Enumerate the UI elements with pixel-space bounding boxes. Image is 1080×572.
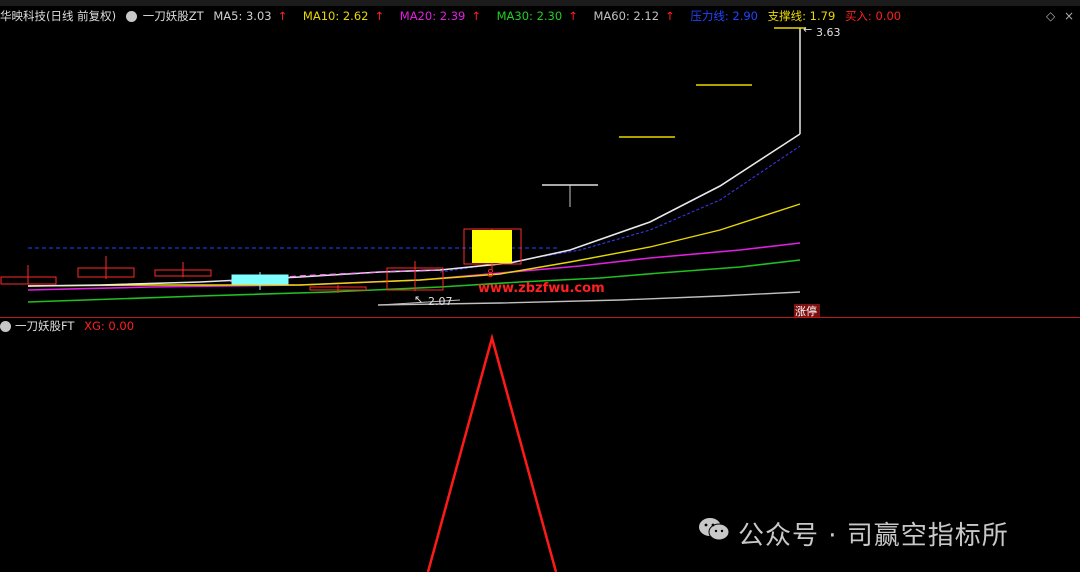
- zhangting-badge: 涨停: [795, 304, 817, 318]
- xg-value: XG: 0.00: [84, 319, 135, 333]
- xg-signal-line: [426, 333, 558, 572]
- low-price-label: 2.07: [428, 295, 453, 308]
- candle-2: [77, 256, 135, 279]
- candle-4: [231, 272, 289, 290]
- candle-7: [463, 228, 522, 270]
- panel-separator: [0, 317, 1080, 318]
- candle-11: [774, 27, 806, 134]
- candle-8: [542, 184, 598, 207]
- wechat-icon: [699, 518, 730, 541]
- sub-indicator-name[interactable]: 一刀妖股FT: [15, 319, 74, 333]
- sub-indicator-dropdown-icon[interactable]: [0, 321, 11, 332]
- low-arrow: ↖: [414, 293, 423, 306]
- ma10-line: [27, 203, 801, 287]
- buy-marker: 8: [487, 267, 494, 280]
- ma5-line: [27, 133, 801, 287]
- candle-3: [154, 262, 212, 277]
- site-watermark: www.zbzfwu.com: [478, 281, 605, 296]
- high-price-label: 3.63: [816, 26, 841, 39]
- chart-canvas: 3.63 ← 2.07 ↖ 8 www.zbzfwu.com 涨停: [0, 23, 841, 572]
- high-arrow: ←: [803, 23, 812, 36]
- sub-chart-header: 一刀妖股FT XG: 0.00: [0, 318, 134, 334]
- candle-1: [0, 265, 57, 285]
- account-watermark: 公众号 · 司赢空指标所: [738, 521, 1009, 551]
